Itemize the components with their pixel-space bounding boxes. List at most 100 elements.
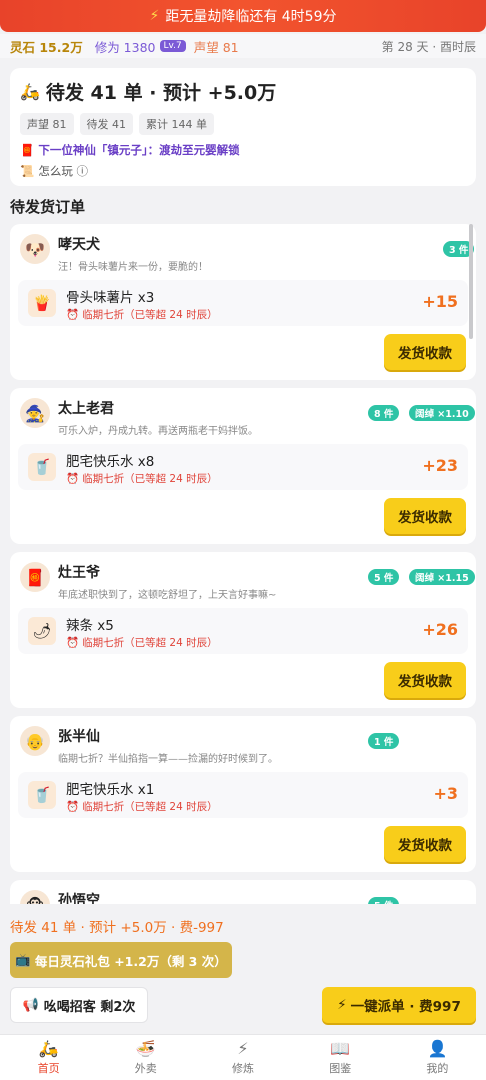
day-time: 第 28 天 · 酉时辰 bbox=[381, 39, 476, 54]
spicy-strip-icon: 🌶 bbox=[28, 617, 56, 645]
ship-collect-button[interactable]: 发货收款 bbox=[384, 826, 466, 862]
tab-me[interactable]: 👤 我的 bbox=[389, 1035, 486, 1080]
chips-icon: 🍟 bbox=[28, 289, 56, 317]
how-to-play-text[interactable]: 怎么玩 ⓘ bbox=[38, 163, 88, 179]
order-item: 🌶 辣条 x5 ⏰ 临期七折（已等超 24 时辰） +26 bbox=[18, 608, 468, 654]
order-card: 🐶 哮天犬 汪！骨头味薯片来一份，要脆的！ 3 件 🍟 骨头味薯片 x3 ⏰ 临期… bbox=[10, 224, 476, 380]
summary-chips: 声望 81 待发 41 累计 144 单 bbox=[20, 113, 466, 135]
summary-title-row: 🛵 待发 41 单 · 预计 +5.0万 bbox=[20, 78, 466, 105]
next-unlock: 🧧 下一位神仙「镇元子」：渡劫至元婴解锁 bbox=[20, 142, 466, 158]
ship-collect-button[interactable]: 发货收款 bbox=[384, 498, 466, 534]
customer-name: 太上老君 bbox=[58, 401, 114, 417]
recruit-button[interactable]: 📢 吆喝招客 剩2次 bbox=[10, 987, 148, 1023]
order-card: 🧙 太上老君 可乐入炉，丹成九转。再送两瓶老干妈拌饭。 8 件 阔绰 ×1.10… bbox=[10, 388, 476, 544]
alarm-icon: ⏰ bbox=[66, 309, 80, 321]
customer-name: 哮天犬 bbox=[58, 237, 100, 253]
order-item: 🥤 肥宅快乐水 x1 ⏰ 临期七折（已等超 24 时辰） +3 bbox=[18, 772, 468, 818]
customer-name: 张半仙 bbox=[58, 729, 100, 745]
expiry-warning: ⏰ 临期七折（已等超 24 时辰） bbox=[66, 307, 218, 322]
ticket-icon: 🧧 bbox=[20, 143, 35, 157]
item-name: 辣条 x5 bbox=[66, 618, 114, 634]
tab-label: 外卖 bbox=[134, 1062, 157, 1075]
expiry-warning: ⏰ 临期七折（已等超 24 时辰） bbox=[66, 635, 218, 650]
countdown-banner: ⚡ 距无量劫降临还有 4时59分 bbox=[0, 0, 486, 32]
generous-multiplier-badge: 阔绰 ×1.10 bbox=[409, 405, 475, 421]
expiry-warning: ⏰ 临期七折（已等超 24 时辰） bbox=[66, 471, 218, 486]
tab-catalog[interactable]: 📖 图鉴 bbox=[292, 1035, 389, 1080]
spirit-stone-count: 灵石 15.2万 bbox=[10, 39, 83, 55]
tab-label: 我的 bbox=[426, 1062, 449, 1075]
kitchen-god-avatar-icon: 🧧 bbox=[20, 562, 50, 592]
item-gain: +15 bbox=[422, 292, 458, 311]
book-icon: 📖 bbox=[330, 1039, 351, 1058]
item-count-badge: 5 件 bbox=[368, 897, 400, 904]
scrollbar[interactable] bbox=[469, 224, 473, 339]
expiry-warning-text: 临期七折（已等超 24 时辰） bbox=[82, 801, 218, 813]
chip-total: 累计 144 单 bbox=[139, 113, 214, 135]
bowl-icon: 🍜 bbox=[135, 1039, 156, 1058]
tv-icon: 📺 bbox=[15, 952, 31, 967]
chip-pending: 待发 41 bbox=[79, 113, 133, 135]
item-name: 肥宅快乐水 x8 bbox=[66, 454, 155, 470]
tab-home[interactable]: 🛵 首页 bbox=[0, 1035, 97, 1080]
soda-icon: 🥤 bbox=[28, 781, 56, 809]
level-badge: Lv.7 bbox=[159, 40, 186, 52]
order-list[interactable]: 🐶 哮天犬 汪！骨头味薯片来一份，要脆的！ 3 件 🍟 骨头味薯片 x3 ⏰ 临期… bbox=[10, 224, 476, 904]
dog-avatar-icon: 🐶 bbox=[20, 234, 50, 264]
item-name: 骨头味薯片 x3 bbox=[66, 290, 155, 306]
scroll-icon: 📜 bbox=[20, 164, 35, 178]
bottom-tab-bar: 🛵 首页 🍜 外卖 ⚡ 修炼 📖 图鉴 👤 我的 bbox=[0, 1034, 486, 1080]
laojun-avatar-icon: 🧙 bbox=[20, 398, 50, 428]
alarm-icon: ⏰ bbox=[66, 637, 80, 649]
item-name: 肥宅快乐水 x1 bbox=[66, 782, 155, 798]
monkey-avatar-icon: 🐵 bbox=[20, 890, 50, 904]
ship-collect-button[interactable]: 发货收款 bbox=[384, 334, 466, 370]
lightning-icon: ⚡ bbox=[237, 1039, 249, 1058]
ship-collect-button[interactable]: 发货收款 bbox=[384, 662, 466, 698]
generous-multiplier-badge: 阔绰 ×1.15 bbox=[409, 569, 475, 585]
expiry-warning-text: 临期七折（已等超 24 时辰） bbox=[82, 309, 218, 321]
order-item: 🍟 骨头味薯片 x3 ⏰ 临期七折（已等超 24 时辰） +15 bbox=[18, 280, 468, 326]
lightning-icon: ⚡ bbox=[149, 8, 160, 24]
how-to-play-link[interactable]: 📜 怎么玩 ⓘ bbox=[20, 163, 466, 179]
expiry-warning-text: 临期七折（已等超 24 时辰） bbox=[82, 473, 218, 485]
customer-message: 临期七折？半仙掐指一算——捡漏的好时候到了。 bbox=[58, 754, 278, 765]
order-card: 👴 张半仙 临期七折？半仙掐指一算——捡漏的好时候到了。 1 件 🥤 肥宅快乐水… bbox=[10, 716, 476, 872]
section-title: 待发货订单 bbox=[10, 198, 86, 216]
footer-summary: 待发 41 单 · 预计 +5.0万 · 费-997 bbox=[10, 920, 224, 936]
tab-takeout[interactable]: 🍜 外卖 bbox=[97, 1035, 194, 1080]
item-count-badge: 1 件 bbox=[368, 733, 400, 749]
alarm-icon: ⏰ bbox=[66, 473, 80, 485]
scooter-icon: 🛵 bbox=[20, 82, 40, 101]
scooter-icon: 🛵 bbox=[38, 1039, 59, 1058]
tab-label: 首页 bbox=[37, 1062, 60, 1075]
expiry-warning-text: 临期七折（已等超 24 时辰） bbox=[82, 637, 218, 649]
expiry-warning: ⏰ 临期七折（已等超 24 时辰） bbox=[66, 799, 218, 814]
daily-gift-button[interactable]: 📺 每日灵石礼包 +1.2万（剩 3 次） bbox=[10, 942, 232, 978]
recruit-label: 吆喝招客 剩2次 bbox=[43, 999, 136, 1015]
tab-label: 修炼 bbox=[232, 1062, 254, 1075]
order-card: 🧧 灶王爷 年底述职快到了，这顿吃舒坦了，上天言好事嘛~ 5 件 阔绰 ×1.1… bbox=[10, 552, 476, 708]
tab-label: 图鉴 bbox=[329, 1062, 352, 1075]
item-gain: +26 bbox=[422, 620, 458, 639]
dispatch-label: 一键派单 · 费997 bbox=[350, 999, 461, 1015]
customer-message: 可乐入炉，丹成九转。再送两瓶老干妈拌饭。 bbox=[58, 426, 258, 437]
item-gain: +3 bbox=[433, 784, 458, 803]
cultivation-value: 修为 1380 bbox=[94, 39, 156, 55]
customer-name: 灶王爷 bbox=[58, 565, 100, 581]
order-card: 🐵 孙悟空 5 件 bbox=[10, 880, 476, 904]
reputation-value: 声望 81 bbox=[193, 39, 239, 55]
countdown-text: 距无量劫降临还有 4时59分 bbox=[165, 9, 337, 25]
fortune-teller-avatar-icon: 👴 bbox=[20, 726, 50, 756]
one-click-dispatch-button[interactable]: ⚡ 一键派单 · 费997 bbox=[322, 987, 476, 1023]
chip-reputation: 声望 81 bbox=[20, 113, 74, 135]
person-icon: 👤 bbox=[427, 1039, 448, 1058]
item-gain: +23 bbox=[422, 456, 458, 475]
item-count-badge: 5 件 bbox=[368, 569, 400, 585]
resource-bar: 灵石 15.2万 修为 1380 Lv.7 声望 81 第 28 天 · 酉时辰 bbox=[0, 34, 486, 58]
order-item: 🥤 肥宅快乐水 x8 ⏰ 临期七折（已等超 24 时辰） +23 bbox=[18, 444, 468, 490]
customer-message: 汪！骨头味薯片来一份，要脆的！ bbox=[58, 262, 208, 273]
tab-cultivate[interactable]: ⚡ 修炼 bbox=[194, 1035, 291, 1080]
lightning-icon: ⚡ bbox=[337, 997, 347, 1013]
daily-gift-label: 每日灵石礼包 +1.2万（剩 3 次） bbox=[34, 953, 227, 969]
